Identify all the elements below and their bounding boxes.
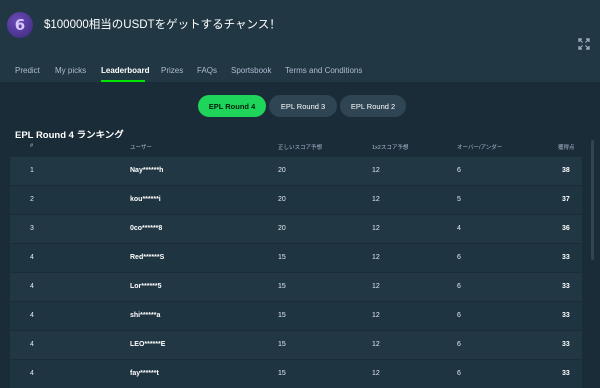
- points-cell: 33: [562, 254, 570, 261]
- rank-cell: 4: [30, 370, 34, 377]
- table-row: 1 Nay******h 20 12 6 38: [10, 156, 582, 185]
- x12-cell: 12: [372, 225, 380, 232]
- x12-cell: 12: [372, 341, 380, 348]
- table-header: # ユーザー 正しいスコア予想 1x2スコア予想 オーバー/アンダー 獲得点: [10, 138, 582, 156]
- rank-cell: 2: [30, 196, 34, 203]
- x12-cell: 12: [372, 312, 380, 319]
- round-pill-4[interactable]: EPL Round 4: [198, 95, 266, 117]
- correct-score-cell: 20: [278, 196, 286, 203]
- tab-bar: Predict My picks Leaderboard Prizes FAQs…: [0, 62, 600, 82]
- user-cell: Lor******5: [130, 283, 162, 290]
- round-pill-2[interactable]: EPL Round 2: [340, 95, 406, 117]
- tab-faqs[interactable]: FAQs: [197, 66, 217, 75]
- table-row: 4 LEO******E 15 12 6 33: [10, 330, 582, 359]
- page-title: $100000相当のUSDTをゲットするチャンス！: [44, 19, 281, 31]
- over-under-cell: 5: [457, 196, 461, 203]
- points-cell: 38: [562, 167, 570, 174]
- over-under-cell: 6: [457, 167, 461, 174]
- correct-score-cell: 15: [278, 370, 286, 377]
- logo-badge: 6: [7, 12, 33, 38]
- correct-score-cell: 15: [278, 341, 286, 348]
- correct-score-cell: 20: [278, 167, 286, 174]
- table-row: 4 Red******S 15 12 6 33: [10, 243, 582, 272]
- correct-score-cell: 15: [278, 254, 286, 261]
- user-cell: kou******i: [130, 196, 161, 203]
- table-row: 4 Lor******5 15 12 6 33: [10, 272, 582, 301]
- col-points: 獲得点: [558, 145, 575, 151]
- tab-prizes[interactable]: Prizes: [161, 66, 183, 75]
- col-user: ユーザー: [130, 145, 152, 151]
- over-under-cell: 4: [457, 225, 461, 232]
- rank-cell: 4: [30, 341, 34, 348]
- over-under-cell: 6: [457, 341, 461, 348]
- user-cell: Nay******h: [130, 167, 164, 174]
- points-cell: 36: [562, 225, 570, 232]
- table-body: 1 Nay******h 20 12 6 38 2 kou******i 20 12 5 37 3 0co…: [10, 156, 582, 388]
- rank-cell: 1: [30, 167, 34, 174]
- tab-sportsbook[interactable]: Sportsbook: [231, 66, 271, 75]
- tab-leaderboard[interactable]: Leaderboard: [101, 66, 149, 75]
- points-cell: 33: [562, 370, 570, 377]
- correct-score-cell: 15: [278, 312, 286, 319]
- rank-cell: 4: [30, 312, 34, 319]
- over-under-cell: 6: [457, 370, 461, 377]
- rank-cell: 4: [30, 254, 34, 261]
- points-cell: 33: [562, 312, 570, 319]
- points-cell: 33: [562, 341, 570, 348]
- table-row: 3 0co******8 20 12 4 36: [10, 214, 582, 243]
- col-1x2: 1x2スコア予想: [372, 145, 409, 151]
- rank-cell: 4: [30, 283, 34, 290]
- col-over-under: オーバー/アンダー: [457, 145, 503, 151]
- over-under-cell: 6: [457, 283, 461, 290]
- logo-text: 6: [14, 16, 26, 34]
- leaderboard-table: # ユーザー 正しいスコア予想 1x2スコア予想 オーバー/アンダー 獲得点 1…: [10, 138, 582, 388]
- table-row: 2 kou******i 20 12 5 37: [10, 185, 582, 214]
- x12-cell: 12: [372, 283, 380, 290]
- table-row: 4 shi******a 15 12 6 33: [10, 301, 582, 330]
- x12-cell: 12: [372, 370, 380, 377]
- active-tab-indicator: [101, 80, 145, 82]
- user-cell: fay******t: [130, 370, 159, 377]
- scrollbar[interactable]: [591, 140, 594, 260]
- rank-cell: 3: [30, 225, 34, 232]
- points-cell: 37: [562, 196, 570, 203]
- user-cell: Red******S: [130, 254, 165, 261]
- round-selector: EPL Round 4 EPL Round 3 EPL Round 2: [0, 95, 600, 117]
- correct-score-cell: 15: [278, 283, 286, 290]
- tab-my-picks[interactable]: My picks: [55, 66, 86, 75]
- round-pill-3[interactable]: EPL Round 3: [269, 95, 337, 117]
- x12-cell: 12: [372, 254, 380, 261]
- user-cell: LEO******E: [130, 341, 166, 348]
- header-bar: 6 $100000相当のUSDTをゲットするチャンス！ Predict My p…: [0, 0, 600, 82]
- x12-cell: 12: [372, 196, 380, 203]
- points-cell: 33: [562, 283, 570, 290]
- user-cell: 0co******8: [130, 225, 163, 232]
- user-cell: shi******a: [130, 312, 161, 319]
- x12-cell: 12: [372, 167, 380, 174]
- over-under-cell: 6: [457, 254, 461, 261]
- tab-predict[interactable]: Predict: [15, 66, 40, 75]
- table-row: 4 fay******t 15 12 6 33: [10, 359, 582, 388]
- correct-score-cell: 20: [278, 225, 286, 232]
- col-correct-score: 正しいスコア予想: [278, 145, 323, 151]
- over-under-cell: 6: [457, 312, 461, 319]
- tab-terms[interactable]: Terms and Conditions: [285, 66, 362, 75]
- col-rank: #: [30, 143, 34, 149]
- expand-icon[interactable]: [578, 38, 590, 50]
